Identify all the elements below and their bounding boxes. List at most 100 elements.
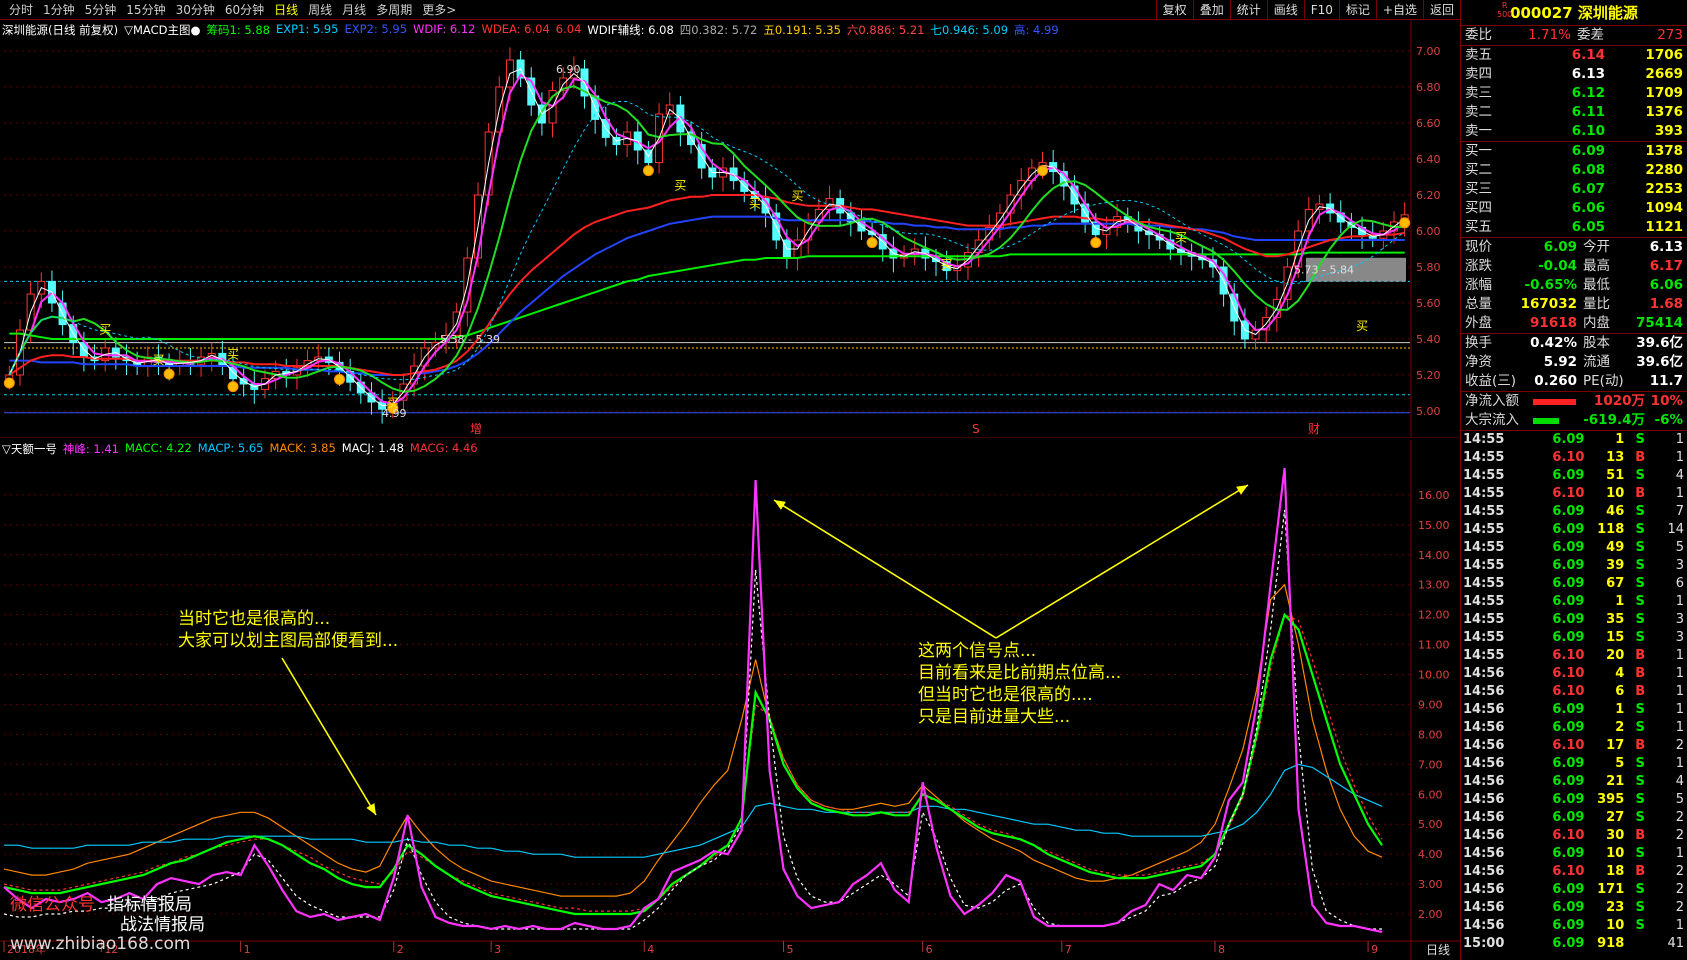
tick-time: 14:55 [1463, 594, 1505, 609]
period-tab-7[interactable]: 周线 [303, 0, 337, 20]
tool-button-4[interactable]: F10 [1303, 0, 1339, 20]
period-tab-8[interactable]: 月线 [337, 0, 371, 20]
tick-price: 6.10 [1552, 450, 1585, 465]
stat-value: -0.04 [1538, 258, 1577, 274]
stat-row: 涨幅 -0.65% 最低 6.06 [1461, 276, 1687, 295]
order-volume: 393 [1654, 123, 1683, 139]
tick-row: 14:55 6.09 46 S 7 [1461, 503, 1687, 521]
tick-volume: 27 [1606, 810, 1625, 825]
tick-time: 14:56 [1463, 666, 1505, 681]
tool-button-2[interactable]: 统计 [1229, 0, 1267, 20]
x-tick-label: 7 [1065, 943, 1072, 956]
tick-flag: S [1635, 702, 1645, 717]
tick-count: 1 [1675, 648, 1684, 663]
period-tab-1[interactable]: 1分钟 [38, 0, 80, 20]
tick-flag [1624, 935, 1656, 953]
tick-row: 14:56 6.10 17 B 2 [1461, 737, 1687, 755]
tick-volume: 171 [1597, 882, 1625, 897]
legend-item: WDEA: 6.04 [481, 22, 550, 36]
y-tick-label: 6.80 [1416, 81, 1441, 94]
order-row: 买三 6.07 2253 [1461, 180, 1687, 199]
period-label: 日线 [1426, 943, 1450, 957]
tick-count: 2 [1675, 810, 1684, 825]
main-candlestick-chart[interactable]: 7.00 6.80 6.60 6.40 6.20 6.00 5.80 5.60 5.40 5.20… [0, 20, 1460, 438]
stat-value: 0.260 [1534, 373, 1577, 389]
stat-value: 39.6亿 [1636, 335, 1683, 351]
stat-row: 收益(三) 0.260 PE(动) 11.7 [1461, 372, 1687, 391]
period-tab-4[interactable]: 30分钟 [171, 0, 220, 20]
tick-time: 14:55 [1463, 450, 1505, 465]
period-tab-5[interactable]: 60分钟 [220, 0, 269, 20]
tool-button-7[interactable]: 返回 [1422, 0, 1460, 20]
price-label: 6.90 [556, 63, 581, 76]
sub-indicator-chart[interactable]: 16.0015.0014.0013.0012.0011.0010.009.008… [0, 440, 1460, 960]
tick-row: 14:56 6.09 10 S 1 [1461, 845, 1687, 863]
tick-list[interactable]: 14:55 6.09 1 S 1 14:55 6.10 13 B 1 14:55 6.09 51 S 4 14… [1461, 430, 1687, 953]
legend-item: MACG: 4.46 [409, 441, 478, 455]
tick-row: 14:56 6.09 27 S 2 [1461, 809, 1687, 827]
order-price: 6.08 [1571, 162, 1605, 178]
tool-button-6[interactable]: +自选 [1375, 0, 1423, 20]
order-price: 6.11 [1571, 104, 1605, 120]
tick-volume: 10 [1606, 918, 1625, 933]
stock-code-name[interactable]: 000027 深圳能源 [1510, 2, 1638, 23]
tick-volume: 30 [1606, 828, 1625, 843]
period-tab-9[interactable]: 多周期 [371, 0, 417, 20]
y-tick-label: 6.00 [1416, 225, 1441, 238]
tick-time: 14:55 [1463, 612, 1505, 627]
y-tick-label: 6.40 [1416, 153, 1441, 166]
stat-row: 净资 5.92 流通 39.6亿 [1461, 353, 1687, 372]
stat-row: 外盘 91618 内盘 75414 [1461, 314, 1687, 333]
order-row: 卖四 6.13 2669 [1461, 65, 1687, 84]
signal-dot [1037, 165, 1049, 177]
flow-label: 大宗流入 [1465, 412, 1519, 428]
order-volume: 2253 [1645, 181, 1683, 197]
tick-price: 6.09 [1552, 594, 1585, 609]
tick-volume: 118 [1597, 522, 1625, 537]
buy-signal-label: 买 [1175, 231, 1187, 245]
tick-row: 14:55 6.09 1 S 1 [1461, 431, 1687, 449]
stat-label: 总量 [1465, 296, 1492, 312]
tool-button-5[interactable]: 标记 [1338, 0, 1376, 20]
annotation-left-line: 当时它也是很高的... [178, 609, 331, 629]
tick-count: 2 [1675, 828, 1684, 843]
tick-flag: S [1635, 792, 1645, 807]
stat-label: 股本 [1583, 335, 1610, 351]
watermark: 微信公众号 指标情报局 战法情报局 [10, 895, 205, 935]
annotation-left-line: 大家可以划主图局部便看到... [178, 631, 399, 651]
legend-item: 七0.946: 5.09 [930, 23, 1009, 37]
tick-time: 14:56 [1463, 684, 1505, 699]
tick-count: 41 [1667, 936, 1684, 951]
y-tick-label: 11.00 [1418, 639, 1450, 652]
period-tab-6[interactable]: 日线 [269, 0, 303, 20]
legend-item: 四0.382: 5.72 [679, 23, 758, 37]
watermark-line2: 战法情报局 [120, 915, 205, 935]
order-price: 6.06 [1571, 200, 1605, 216]
tool-button-3[interactable]: 画线 [1266, 0, 1304, 20]
y-tick-label: 5.00 [1418, 818, 1443, 831]
tick-count: 1 [1675, 684, 1684, 699]
tick-flag: S [1635, 756, 1645, 771]
period-tab-2[interactable]: 5分钟 [80, 0, 122, 20]
tick-volume: 1 [1615, 432, 1625, 447]
y-tick-label: 4.00 [1418, 848, 1443, 861]
tick-time: 14:55 [1463, 486, 1505, 501]
tick-volume: 1 [1615, 594, 1625, 609]
order-price: 6.12 [1571, 85, 1605, 101]
tick-row: 14:56 6.10 4 B 1 [1461, 665, 1687, 683]
tool-button-0[interactable]: 复权 [1155, 0, 1193, 20]
money-flows: 净流入额 1020万 10% 大宗流入 -619.4万 -6% [1461, 391, 1687, 430]
tick-count: 1 [1675, 720, 1684, 735]
site-watermark: www.zhibiao168.com [10, 934, 191, 954]
order-label: 卖五 [1465, 47, 1492, 63]
tick-count: 7 [1675, 504, 1684, 519]
tick-price: 6.09 [1552, 774, 1585, 789]
tool-button-1[interactable]: 叠加 [1192, 0, 1230, 20]
period-tab-3[interactable]: 15分钟 [121, 0, 170, 20]
period-tab-0[interactable]: 分时 [4, 0, 38, 20]
signal-dot [1399, 217, 1411, 229]
period-tab-10[interactable]: 更多> [417, 0, 461, 20]
tick-row: 14:56 6.09 1 S 1 [1461, 701, 1687, 719]
weibi-row: 委比 1.71% 委差 273 [1465, 27, 1683, 43]
tick-time: 14:56 [1463, 774, 1505, 789]
